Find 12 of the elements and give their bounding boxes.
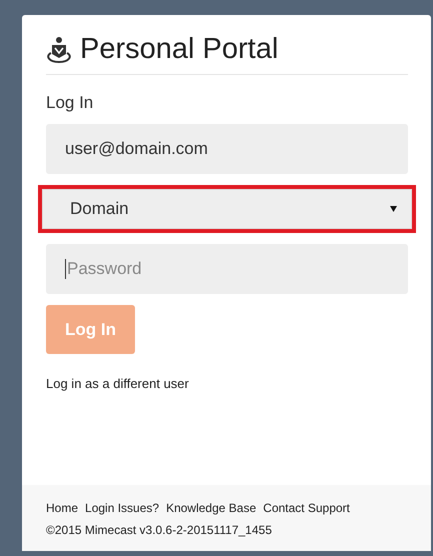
- form-heading: Log In: [46, 93, 94, 113]
- caret-icon: [390, 206, 397, 212]
- different-user-link[interactable]: Log in as a different user: [46, 376, 189, 391]
- email-field[interactable]: user@domain.com: [46, 124, 408, 174]
- footer-link[interactable]: Contact Support: [263, 501, 350, 515]
- person-pin-icon: [46, 36, 72, 64]
- footer-link[interactable]: Home: [46, 501, 78, 515]
- copyright-text: ©2015 Mimecast v3.0.6-2-20151117_1455: [46, 523, 273, 537]
- footer-link[interactable]: Knowledge Base: [166, 501, 256, 515]
- portal-title: Personal Portal: [80, 33, 278, 66]
- footer-link[interactable]: Login Issues?: [85, 501, 160, 515]
- domain-select[interactable]: Domain: [42, 189, 412, 229]
